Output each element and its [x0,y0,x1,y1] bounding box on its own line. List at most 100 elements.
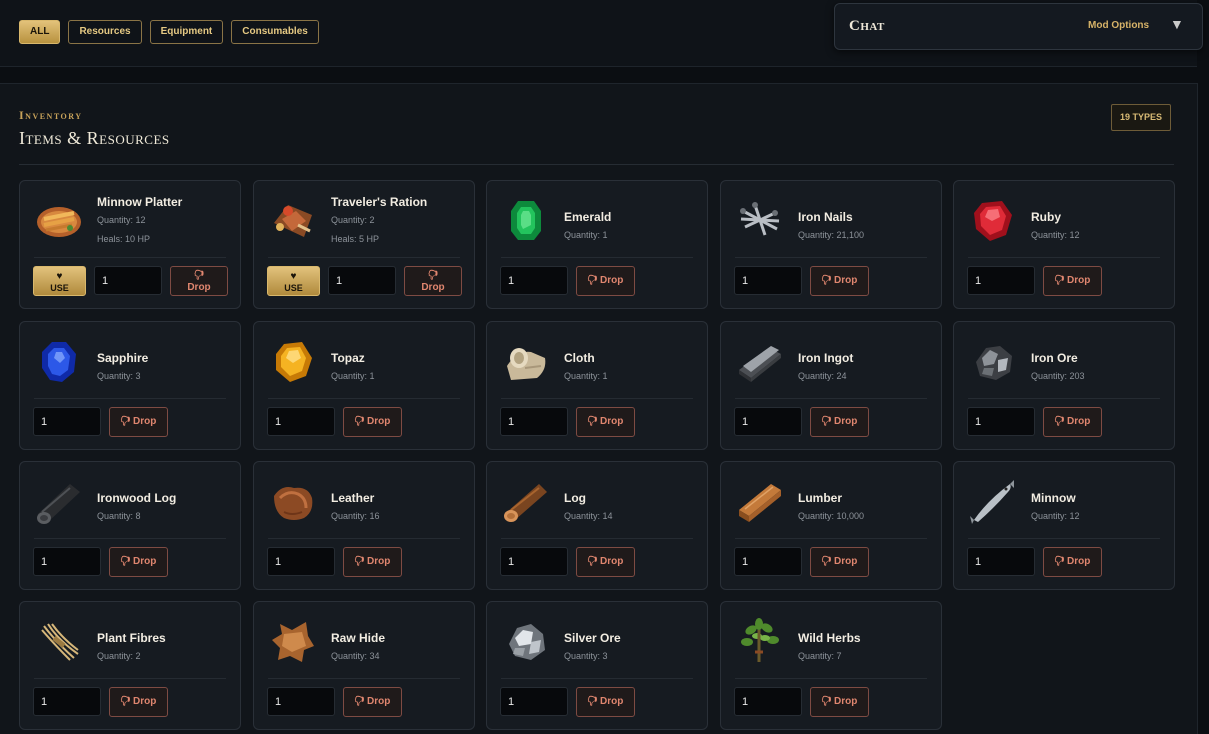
drop-button[interactable]: 🖓 Drop [343,687,402,717]
divider [34,257,226,258]
quantity-input[interactable] [967,266,1035,295]
item-quantity: Quantity: 12 [97,215,146,225]
drop-button[interactable]: 🖓 Drop [170,266,228,296]
quantity-input[interactable] [94,266,162,295]
item-name: Ironwood Log [97,491,177,505]
quantity-input[interactable] [328,266,396,295]
item-card: Traveler's Ration Quantity: 2 Heals: 5 HP ♥… [253,180,475,309]
filter-consumables-button[interactable]: Consumables [231,20,319,44]
item-quantity: Quantity: 3 [564,651,608,661]
item-name: Cloth [564,351,595,365]
chat-panel[interactable]: Chat Mod Options ▼ [834,3,1203,50]
quantity-input[interactable] [267,687,335,716]
divider [268,257,460,258]
filter-all-button[interactable]: ALL [19,20,61,44]
quantity-input[interactable] [267,547,335,576]
drop-label: Drop [600,696,624,707]
item-name: Leather [331,491,375,505]
emerald-icon [501,195,551,245]
drop-label: Drop [367,556,391,567]
item-card: Minnow Platter Quantity: 12 Heals: 10 HP ♥ U… [19,180,241,309]
drop-icon: 🖓 [1054,556,1065,567]
quantity-input[interactable] [500,407,568,436]
drop-button[interactable]: 🖓 Drop [1043,547,1102,577]
item-quantity: Quantity: 3 [97,371,141,381]
drop-button[interactable]: 🖓 Drop [343,547,402,577]
drop-button[interactable]: 🖓 Drop [576,547,635,577]
quantity-input[interactable] [734,266,802,295]
drop-button[interactable]: 🖓 Drop [343,407,402,437]
divider [501,257,693,258]
item-card: Ironwood Log Quantity: 8 🖓 Drop [19,461,241,590]
item-name: Lumber [798,491,843,505]
divider [968,538,1160,539]
mod-options-button[interactable]: Mod Options [1088,20,1149,31]
divider [34,398,226,399]
quantity-input[interactable] [734,687,802,716]
filter-resources-button[interactable]: Resources [68,20,142,44]
iron-ore-icon [968,336,1018,386]
inventory-supertitle: Inventory [19,108,83,122]
item-card: Raw Hide Quantity: 34 🖓 Drop [253,601,475,730]
raw-hide-icon [268,616,318,666]
drop-button[interactable]: 🖓 Drop [109,687,168,717]
quantity-input[interactable] [967,407,1035,436]
heart-icon: ♥ [290,271,297,282]
divider [501,678,693,679]
use-button[interactable]: ♥ USE [33,266,86,296]
divider [735,398,927,399]
topaz-icon [268,336,318,386]
item-name: Log [564,491,586,505]
drop-button[interactable]: 🖓 Drop [576,266,635,296]
chat-title: Chat [849,18,885,34]
use-button[interactable]: ♥ USE [267,266,320,296]
item-quantity: Quantity: 1 [331,371,375,381]
quantity-input[interactable] [33,407,101,436]
divider [968,257,1160,258]
drop-button[interactable]: 🖓 Drop [109,407,168,437]
divider [968,398,1160,399]
item-quantity: Quantity: 1 [564,230,608,240]
drop-label: Drop [133,556,157,567]
divider [268,398,460,399]
quantity-input[interactable] [267,407,335,436]
quantity-input[interactable] [734,547,802,576]
drop-label: Drop [834,416,858,427]
drop-label: Drop [421,282,445,293]
divider [268,678,460,679]
drop-button[interactable]: 🖓 Drop [404,266,462,296]
drop-button[interactable]: 🖓 Drop [810,407,869,437]
drop-button[interactable]: 🖓 Drop [810,687,869,717]
drop-button[interactable]: 🖓 Drop [576,687,635,717]
quantity-input[interactable] [500,266,568,295]
quantity-input[interactable] [500,687,568,716]
divider [735,257,927,258]
drop-icon: 🖓 [821,696,832,707]
item-card: Lumber Quantity: 10,000 🖓 Drop [720,461,942,590]
quantity-input[interactable] [33,687,101,716]
item-name: Raw Hide [331,631,386,645]
drop-icon: 🖓 [587,696,598,707]
chevron-down-icon[interactable]: ▼ [1170,16,1184,32]
item-card: Emerald Quantity: 1 🖓 Drop [486,180,708,309]
divider [34,678,226,679]
drop-button[interactable]: 🖓 Drop [810,266,869,296]
drop-button[interactable]: 🖓 Drop [109,547,168,577]
drop-icon: 🖓 [821,556,832,567]
filter-tabs: ALL Resources Equipment Consumables [19,20,319,44]
drop-button[interactable]: 🖓 Drop [576,407,635,437]
item-name: Minnow [1031,491,1076,505]
drop-icon: 🖓 [194,270,204,281]
quantity-input[interactable] [967,547,1035,576]
quantity-input[interactable] [33,547,101,576]
drop-button[interactable]: 🖓 Drop [810,547,869,577]
quantity-input[interactable] [500,547,568,576]
divider [34,538,226,539]
quantity-input[interactable] [734,407,802,436]
sapphire-icon [34,336,84,386]
drop-button[interactable]: 🖓 Drop [1043,266,1102,296]
drop-icon: 🖓 [428,270,438,281]
filter-equipment-button[interactable]: Equipment [149,20,224,44]
drop-button[interactable]: 🖓 Drop [1043,407,1102,437]
item-name: Wild Herbs [798,631,861,645]
